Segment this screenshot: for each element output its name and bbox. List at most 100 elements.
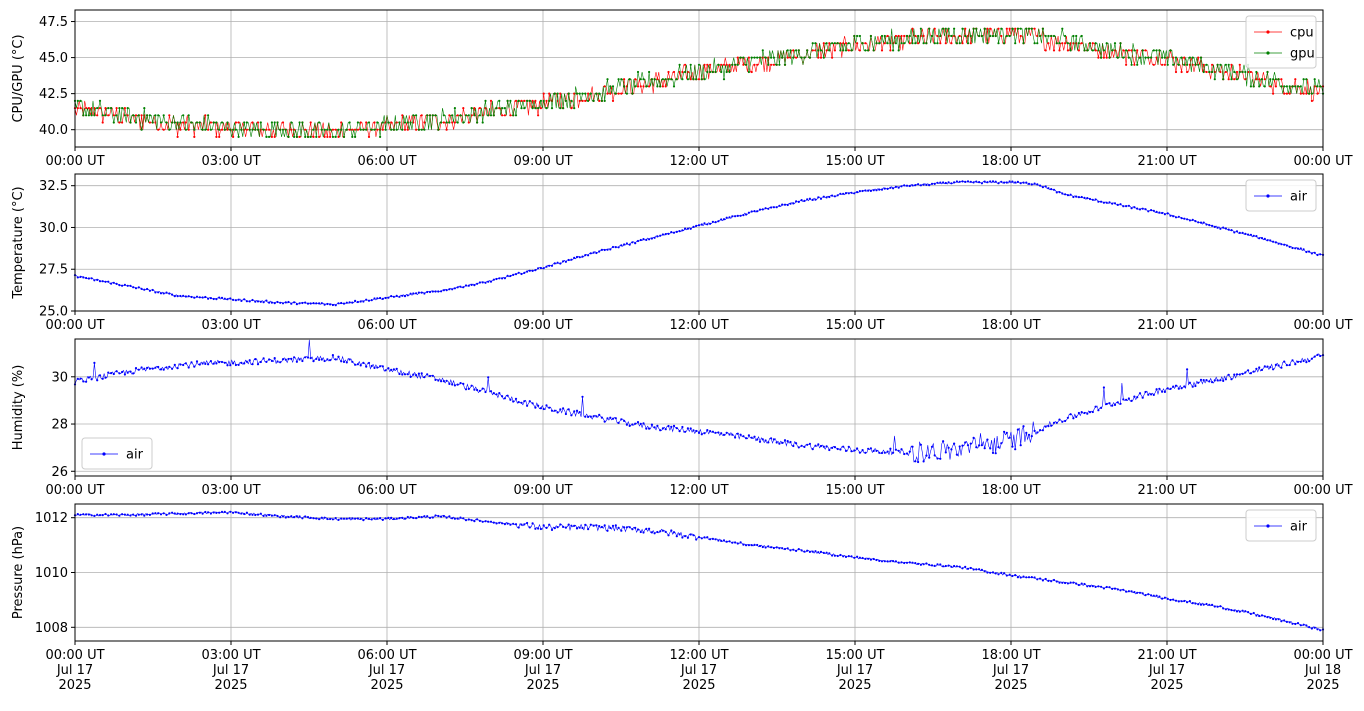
data-point: [858, 190, 862, 193]
data-point: [819, 197, 823, 200]
data-point: [689, 63, 692, 66]
data-point: [1016, 27, 1020, 30]
data-point: [1122, 49, 1125, 52]
data-point: [831, 56, 834, 59]
data-point: [681, 425, 684, 429]
data-point: [381, 128, 384, 131]
data-point: [409, 121, 412, 124]
data-point: [539, 107, 543, 110]
data-point: [254, 358, 257, 361]
data-point: [531, 402, 534, 405]
data-point: [753, 210, 756, 213]
data-point: [953, 564, 956, 568]
data-point: [709, 430, 712, 433]
data-point: [209, 297, 212, 300]
data-point: [453, 384, 456, 387]
data-point: [387, 367, 390, 370]
data-point: [836, 554, 839, 558]
data-point: [373, 121, 376, 124]
data-point: [451, 517, 454, 520]
data-point: [448, 382, 451, 385]
data-point: [833, 554, 837, 557]
data-point: [198, 363, 201, 366]
data-point: [792, 202, 795, 205]
data-point: [986, 181, 989, 184]
data-point: [473, 284, 476, 287]
data-point: [650, 423, 654, 426]
data-point: [259, 360, 262, 364]
data-point: [356, 128, 359, 131]
data-point: [218, 135, 221, 138]
data-point: [207, 511, 210, 514]
data-point: [1183, 217, 1186, 220]
data-point: [459, 516, 462, 519]
data-point: [1102, 587, 1105, 590]
data-point: [1100, 56, 1103, 59]
data-point: [653, 236, 656, 239]
data-point: [312, 517, 315, 520]
data-point: [215, 511, 218, 514]
data-point: [342, 135, 346, 138]
data-point: [709, 538, 712, 541]
data-point: [1188, 56, 1191, 59]
grid: [74, 174, 1324, 312]
data-point: [426, 114, 429, 117]
data-point: [581, 99, 584, 102]
data-point: [634, 422, 637, 425]
data-point: [1191, 385, 1194, 388]
data-point: [348, 517, 351, 520]
data-point: [1280, 85, 1283, 88]
data-point: [678, 533, 681, 536]
data-point: [1088, 585, 1092, 588]
data-point: [440, 515, 443, 518]
data-point: [539, 99, 543, 102]
data-point: [953, 27, 956, 30]
data-point: [875, 189, 878, 192]
data-point: [1241, 372, 1244, 375]
data-point: [1174, 384, 1178, 387]
data-point: [1030, 183, 1033, 186]
legend-marker: [102, 452, 106, 456]
data-point: [348, 128, 351, 131]
data-point: [1319, 629, 1322, 632]
data-point: [287, 515, 290, 519]
data-point: [1258, 366, 1261, 369]
data-point: [570, 258, 573, 261]
data-point: [470, 384, 473, 387]
x-tick-label: 12:00 UT: [669, 483, 728, 498]
data-point: [825, 551, 828, 554]
data-point: [667, 78, 670, 81]
data-point: [1277, 242, 1280, 245]
data-point: [950, 34, 953, 38]
data-point: [157, 512, 160, 515]
data-point: [201, 512, 204, 515]
data-point: [739, 214, 742, 217]
data-point: [986, 438, 989, 441]
data-point: [1158, 49, 1161, 52]
data-point: [725, 540, 728, 543]
data-point: [709, 222, 712, 225]
data-point: [578, 256, 581, 259]
data-point: [1199, 603, 1203, 606]
data-point: [964, 27, 967, 30]
data-point: [420, 372, 423, 375]
data-point: [1072, 417, 1075, 420]
data-point: [817, 443, 820, 446]
data-point: [695, 224, 698, 227]
data-point: [334, 358, 337, 361]
data-point: [373, 366, 376, 369]
data-point: [617, 421, 620, 424]
data-point: [437, 379, 440, 382]
data-point: [770, 437, 773, 440]
data-point: [478, 114, 481, 117]
data-point: [725, 431, 728, 434]
data-point: [1305, 624, 1308, 627]
data-point: [376, 297, 379, 300]
data-point: [606, 92, 609, 95]
data-point: [850, 555, 853, 558]
data-point: [229, 128, 232, 131]
data-point: [470, 519, 473, 522]
data-point: [392, 517, 395, 521]
data-point: [107, 371, 110, 374]
data-point: [903, 34, 906, 38]
